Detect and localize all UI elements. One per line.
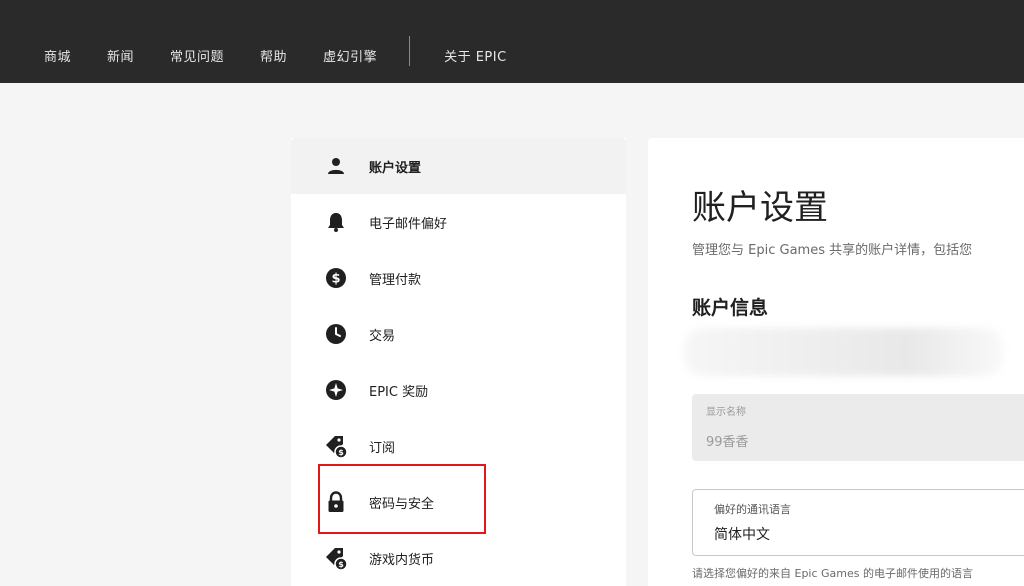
section-title-account-info: 账户信息 (692, 297, 769, 319)
page-description: 管理您与 Epic Games 共享的账户详情，包括您 (692, 243, 973, 258)
sidebar-item-in-game-currency[interactable]: $ 游戏内货币 (291, 530, 626, 586)
language-select-value: 简体中文 (714, 527, 770, 543)
nav-divider (409, 36, 411, 66)
sidebar-item-password-security[interactable]: 密码与安全 (291, 474, 626, 530)
sidebar-item-transactions[interactable]: 交易 (291, 306, 626, 362)
sidebar-item-subscriptions[interactable]: $ 订阅 (291, 418, 626, 474)
top-nav: 商城 新闻 常见问题 帮助 虚幻引擎 关于 EPIC (44, 36, 543, 66)
blurred-account-id (684, 328, 1004, 376)
nav-unreal-engine[interactable]: 虚幻引擎 (323, 46, 377, 65)
person-icon (324, 154, 348, 178)
sidebar-item-label: 游戏内货币 (369, 552, 435, 568)
tag-coin-icon: $ (324, 546, 348, 570)
nav-about-epic[interactable]: 关于 EPIC (444, 46, 507, 65)
svg-text:$: $ (338, 448, 344, 457)
language-select-label: 偏好的通讯语言 (714, 503, 791, 516)
svg-text:$: $ (338, 560, 344, 569)
sidebar-item-epic-rewards[interactable]: EPIC 奖励 (291, 362, 626, 418)
sidebar-item-label: 账户设置 (369, 160, 422, 176)
star-badge-icon (324, 378, 348, 402)
sidebar-item-label: EPIC 奖励 (369, 384, 429, 400)
sidebar-item-label: 交易 (369, 328, 396, 344)
sidebar-item-account-settings[interactable]: 账户设置 (291, 138, 626, 194)
sidebar-item-label: 管理付款 (369, 272, 422, 288)
main-content: 账户设置 管理您与 Epic Games 共享的账户详情，包括您 账户信息 显示… (648, 138, 1024, 586)
lock-icon (324, 490, 348, 514)
sidebar-item-email-preferences[interactable]: 电子邮件偏好 (291, 194, 626, 250)
language-select[interactable]: 偏好的通讯语言 简体中文 (692, 489, 1024, 556)
nav-faq[interactable]: 常见问题 (170, 46, 224, 65)
top-navigation-bar: 商城 新闻 常见问题 帮助 虚幻引擎 关于 EPIC (0, 0, 1024, 83)
sidebar-item-label: 电子邮件偏好 (369, 216, 448, 232)
display-name-value: 99香香 (706, 435, 749, 450)
nav-store[interactable]: 商城 (44, 46, 71, 65)
display-name-field: 显示名称 99香香 (692, 394, 1024, 461)
clock-icon (324, 322, 348, 346)
sidebar-item-manage-payments[interactable]: $ 管理付款 (291, 250, 626, 306)
display-name-label: 显示名称 (706, 407, 746, 418)
language-help-text: 请选择您偏好的来自 Epic Games 的电子邮件使用的语言 (692, 567, 974, 580)
dollar-circle-icon: $ (324, 266, 348, 290)
account-sidebar: 账户设置 电子邮件偏好 $ 管理付款 交易 EPIC 奖励 $ 订阅 密码与安全… (291, 138, 626, 586)
sidebar-item-label: 密码与安全 (369, 496, 435, 512)
page-title: 账户设置 (692, 188, 828, 228)
nav-news[interactable]: 新闻 (107, 46, 134, 65)
sidebar-item-label: 订阅 (369, 440, 396, 456)
svg-text:$: $ (331, 272, 340, 287)
tag-dollar-icon: $ (324, 434, 348, 458)
bell-icon (324, 210, 348, 234)
nav-help[interactable]: 帮助 (260, 46, 287, 65)
